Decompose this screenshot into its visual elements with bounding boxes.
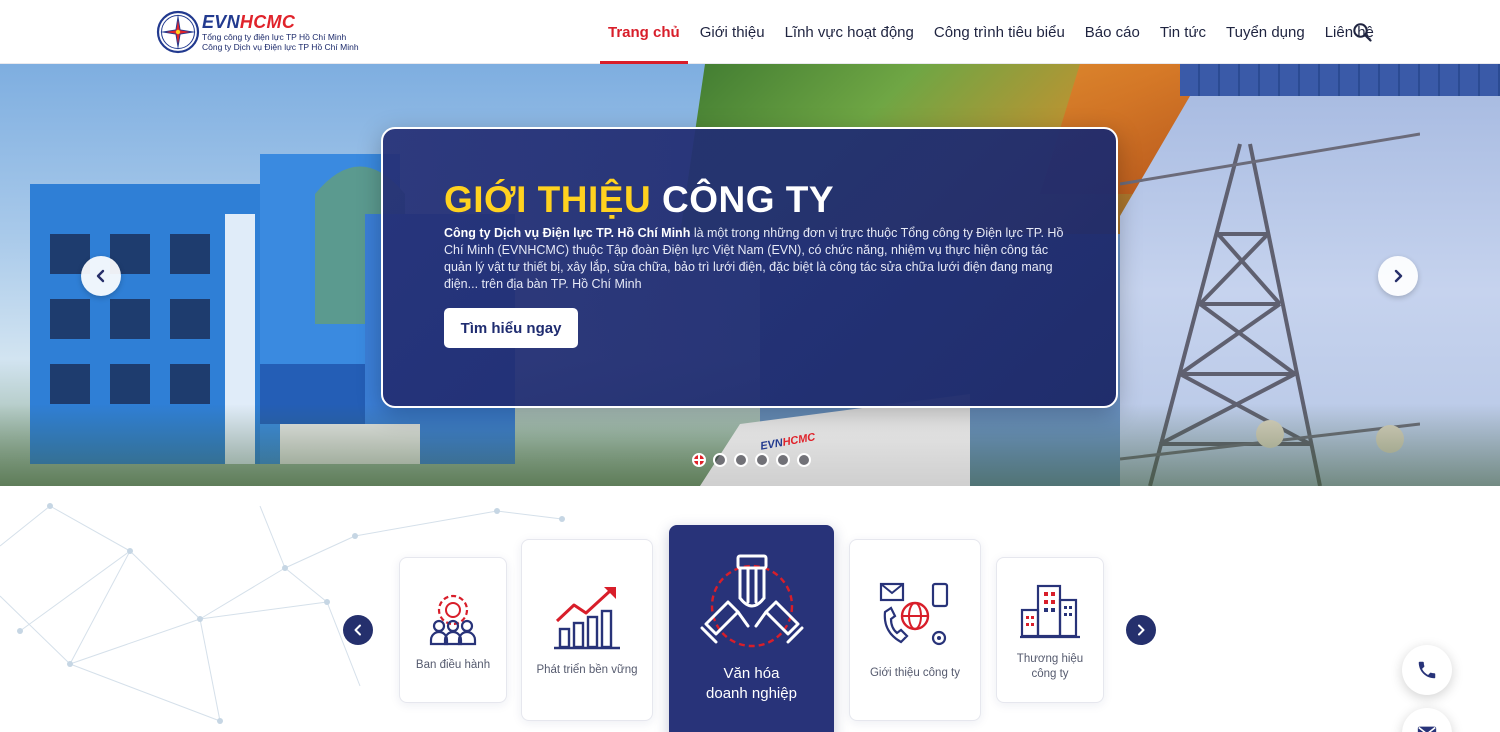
chevron-left-icon — [96, 269, 105, 283]
search-icon[interactable] — [1352, 22, 1372, 42]
chevron-right-icon — [1394, 269, 1403, 283]
hero-dot-4[interactable] — [755, 453, 769, 467]
site-header: EVNHCMC Tổng công ty điện lực TP Hồ Chí … — [0, 0, 1500, 64]
network-mesh-decoration — [0, 503, 565, 724]
hero-next-button[interactable] — [1378, 256, 1418, 296]
phone-contact-button[interactable] — [1402, 645, 1452, 695]
nav-item-bao-cao[interactable]: Báo cáo — [1075, 0, 1150, 64]
logo-subtitle-line2: Công ty Dịch vụ Điện lực TP Hồ Chí Minh — [202, 41, 359, 52]
learn-more-button[interactable]: Tìm hiểu ngay — [444, 308, 578, 348]
nav-item-tuyen-dung[interactable]: Tuyển dụng — [1216, 0, 1315, 64]
hero-description: Công ty Dịch vụ Điện lực TP. Hồ Chí Minh… — [444, 225, 1076, 293]
feature-card-thuong-hieu-cong-ty[interactable]: Thương hiệu công ty — [996, 557, 1104, 703]
chevron-left-icon — [354, 624, 361, 636]
buildings-icon — [1020, 584, 1080, 639]
nav-item-tin-tuc[interactable]: Tin tức — [1150, 0, 1216, 64]
evn-logo-icon — [156, 10, 200, 54]
feature-card-gioi-thieu-cong-ty[interactable]: Giới thiệu công ty — [849, 539, 981, 721]
hero-prev-button[interactable] — [81, 256, 121, 296]
nav-item-lien-he[interactable]: Liên hệ — [1315, 0, 1384, 64]
hero-title: GIỚI THIỆU CÔNG TY — [444, 179, 834, 221]
feature-label-ban-dieu-hanh: Ban điều hành — [415, 659, 491, 671]
nav-item-trang-chu[interactable]: Trang chủ — [598, 0, 690, 64]
logo-brand-evn: EVN — [202, 12, 240, 32]
feature-label-phat-trien-ben-vung: Phát triển bền vững — [536, 664, 638, 676]
hero-description-bold: Công ty Dịch vụ Điện lực TP. Hồ Chí Minh — [444, 226, 691, 240]
hero-title-rest: CÔNG TY — [661, 179, 835, 220]
chevron-right-icon — [1138, 624, 1145, 636]
features-next-button[interactable] — [1126, 615, 1156, 645]
nav-item-cong-trinh-tieu-bieu[interactable]: Công trình tiêu biểu — [924, 0, 1075, 64]
nav-item-linh-vuc-hoat-dong[interactable]: Lĩnh vực hoạt động — [775, 0, 924, 64]
nav-item-gioi-thieu[interactable]: Giới thiệu — [690, 0, 775, 64]
hands-together-icon — [700, 554, 803, 648]
global-contact-icon — [879, 582, 949, 646]
logo-brand-hcmc: HCMC — [239, 12, 296, 32]
hero-dot-3[interactable] — [734, 453, 748, 467]
logo-subtitle-line1: Tổng công ty điện lực TP Hồ Chí Minh — [202, 32, 347, 42]
mail-icon — [1417, 726, 1437, 732]
main-nav: Trang chủ Giới thiệu Lĩnh vực hoạt động … — [598, 0, 1384, 64]
hero-intro-card: GIỚI THIỆU CÔNG TY Công ty Dịch vụ Điện … — [381, 127, 1118, 408]
evn-hcmc-logo[interactable]: EVNHCMC Tổng công ty điện lực TP Hồ Chí … — [156, 10, 359, 54]
phone-icon — [1418, 661, 1436, 679]
feature-label-gioi-thieu-cong-ty: Giới thiệu công ty — [869, 667, 960, 679]
feature-card-van-hoa-doanh-nghiep[interactable]: Văn hóa doanh nghiệp — [669, 525, 834, 732]
hero-dot-1[interactable] — [692, 453, 706, 467]
growth-chart-icon — [554, 587, 620, 650]
features-prev-button[interactable] — [343, 615, 373, 645]
hero-dot-2[interactable] — [713, 453, 727, 467]
team-gear-icon — [429, 594, 477, 646]
mail-contact-button[interactable] — [1402, 708, 1452, 732]
features-section: Ban điều hành Phát triển bền vững Văn hó… — [0, 486, 1500, 732]
hero-dot-6[interactable] — [797, 453, 811, 467]
hero-dot-5[interactable] — [776, 453, 790, 467]
hero-bg-solar-panels — [1180, 64, 1500, 96]
feature-card-ban-dieu-hanh[interactable]: Ban điều hành — [399, 557, 507, 703]
hero-slider: EVNHCMC GIỚI THIỆU CÔNG TY Công ty Dịch … — [0, 64, 1500, 486]
hero-pagination — [692, 453, 811, 467]
feature-label-van-hoa-doanh-nghiep: Văn hóa doanh nghiệp — [706, 665, 797, 702]
hero-title-highlight: GIỚI THIỆU — [444, 179, 652, 220]
feature-label-thuong-hieu-cong-ty: Thương hiệu công ty — [1016, 653, 1084, 680]
feature-card-phat-trien-ben-vung[interactable]: Phát triển bền vững — [521, 539, 653, 721]
